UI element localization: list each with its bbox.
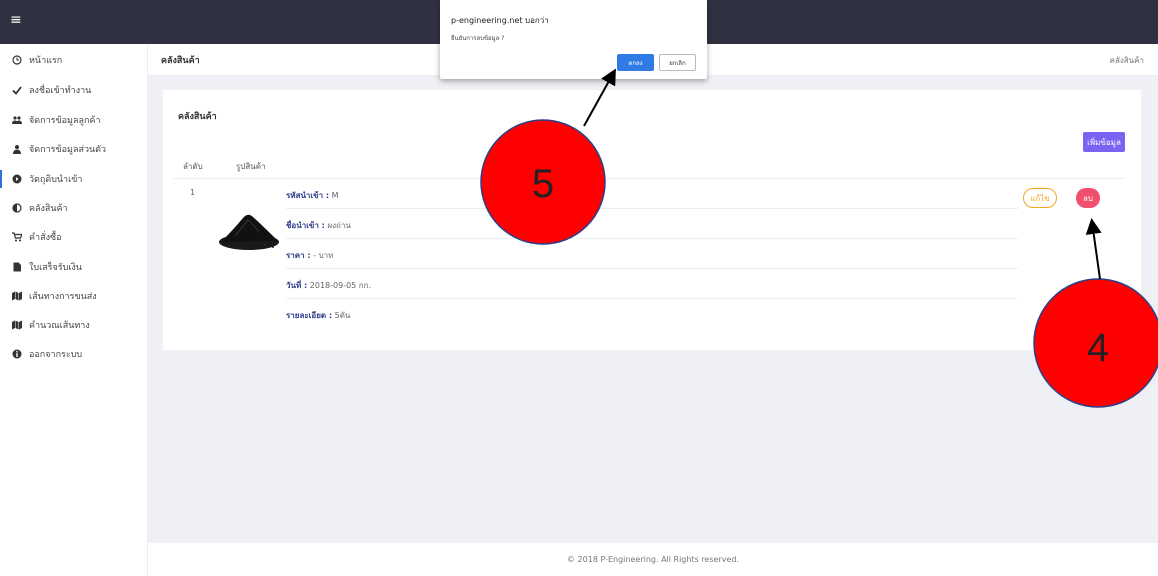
sidebar-item-receipts[interactable]: ใบเสร็จรับเงิน bbox=[0, 256, 148, 278]
half-circle-icon bbox=[12, 203, 22, 213]
sidebar-item-label: วัตถุดิบนำเข้า bbox=[29, 175, 83, 185]
detail-value: M bbox=[331, 191, 339, 200]
detail-line-code: รหัสนำเข้า : M bbox=[286, 179, 1018, 209]
page-title: คลังสินค้า bbox=[161, 56, 200, 66]
detail-label: ชื่อนำเข้า : bbox=[286, 221, 325, 230]
dialog-title: p-engineering.net บอกว่า bbox=[451, 16, 549, 25]
map-icon bbox=[12, 291, 22, 301]
sidebar-item-label: คำสั่งซื้อ bbox=[29, 233, 62, 243]
detail-line-price: ราคา : - บาท bbox=[286, 239, 1018, 269]
detail-value: 2018-09-05 กก. bbox=[309, 281, 372, 290]
circle-arrow-icon bbox=[12, 174, 22, 184]
hamburger-menu-icon[interactable]: ≡ bbox=[10, 12, 22, 28]
warehouse-card: คลังสินค้า เพิ่มข้อมูล ลำดับ รูปสินค้า 1… bbox=[163, 90, 1141, 350]
sidebar-item-warehouse[interactable]: คลังสินค้า bbox=[0, 197, 148, 219]
map-icon bbox=[12, 320, 22, 330]
add-data-button[interactable]: เพิ่มข้อมูล bbox=[1083, 132, 1125, 152]
detail-value: ผงถ่าน bbox=[327, 221, 351, 230]
sidebar-item-label: ลงชื่อเข้าทำงาน bbox=[29, 86, 92, 96]
product-image bbox=[215, 200, 285, 252]
breadcrumb[interactable]: คลังสินค้า bbox=[1110, 54, 1144, 67]
sidebar-item-raw-materials[interactable]: วัตถุดิบนำเข้า bbox=[0, 168, 148, 190]
column-header-index: ลำดับ bbox=[183, 162, 203, 171]
detail-label: ราคา : bbox=[286, 251, 311, 260]
user-icon bbox=[12, 144, 22, 154]
users-icon bbox=[12, 115, 22, 125]
detail-label: วันที่ : bbox=[286, 281, 308, 290]
detail-line-name: ชื่อนำเข้า : ผงถ่าน bbox=[286, 209, 1018, 239]
sidebar-item-label: เส้นทางการขนส่ง bbox=[29, 292, 97, 302]
sidebar-item-label: ใบเสร็จรับเงิน bbox=[29, 263, 82, 273]
content-area: คลังสินค้า เพิ่มข้อมูล ลำดับ รูปสินค้า 1… bbox=[148, 76, 1158, 543]
sidebar-item-route-calculation[interactable]: คำนวณเส้นทาง bbox=[0, 314, 148, 336]
sidebar-item-label: จัดการข้อมูลส่วนตัว bbox=[29, 145, 107, 155]
detail-value: 5ตัน bbox=[334, 311, 351, 320]
sidebar-item-home[interactable]: หน้าแรก bbox=[0, 49, 148, 71]
check-icon bbox=[12, 85, 22, 95]
delete-button[interactable]: ลบ bbox=[1076, 188, 1100, 208]
sidebar-item-customers[interactable]: จัดการข้อมูลลูกค้า bbox=[0, 109, 148, 131]
sidebar-item-routes[interactable]: เส้นทางการขนส่ง bbox=[0, 285, 148, 307]
info-icon bbox=[12, 349, 22, 359]
cart-icon bbox=[12, 232, 23, 242]
sidebar-item-logout[interactable]: ออกจากระบบ bbox=[0, 343, 148, 365]
clock-icon bbox=[12, 55, 22, 65]
footer: © 2018 P-Engineering. All Rights reserve… bbox=[148, 543, 1158, 576]
confirm-dialog: p-engineering.net บอกว่า ยืนยันการลบข้อม… bbox=[440, 0, 707, 79]
footer-copyright: © 2018 P-Engineering. All Rights reserve… bbox=[567, 555, 739, 564]
sidebar-item-label: คลังสินค้า bbox=[29, 204, 68, 214]
sidebar-item-orders[interactable]: คำสั่งซื้อ bbox=[0, 226, 148, 248]
edit-button[interactable]: แก้ไข bbox=[1023, 188, 1057, 208]
sidebar-item-check-in[interactable]: ลงชื่อเข้าทำงาน bbox=[0, 79, 148, 101]
row-index: 1 bbox=[190, 188, 196, 197]
detail-line-description: รายละเอียด : 5ตัน bbox=[286, 299, 1018, 329]
detail-label: รายละเอียด : bbox=[286, 311, 333, 320]
detail-value: - บาท bbox=[313, 251, 334, 260]
sidebar-item-profile[interactable]: จัดการข้อมูลส่วนตัว bbox=[0, 138, 148, 160]
sidebar: หน้าแรก ลงชื่อเข้าทำงาน จัดการข้อมูลลูกค… bbox=[0, 44, 148, 576]
sidebar-item-label: หน้าแรก bbox=[29, 56, 63, 66]
card-title: คลังสินค้า bbox=[178, 112, 217, 122]
sidebar-item-label: ออกจากระบบ bbox=[29, 350, 83, 360]
detail-label: รหัสนำเข้า : bbox=[286, 191, 330, 200]
detail-line-date: วันที่ : 2018-09-05 กก. bbox=[286, 269, 1018, 299]
file-icon bbox=[12, 262, 22, 272]
dialog-message: ยืนยันการลบข้อมูล ? bbox=[451, 35, 505, 42]
sidebar-item-label: จัดการข้อมูลลูกค้า bbox=[29, 116, 101, 126]
sidebar-item-label: คำนวณเส้นทาง bbox=[29, 321, 90, 331]
dialog-cancel-button[interactable]: ยกเลิก bbox=[659, 54, 696, 71]
dialog-ok-button[interactable]: ตกลง bbox=[617, 54, 654, 71]
column-header-image: รูปสินค้า bbox=[236, 162, 266, 171]
